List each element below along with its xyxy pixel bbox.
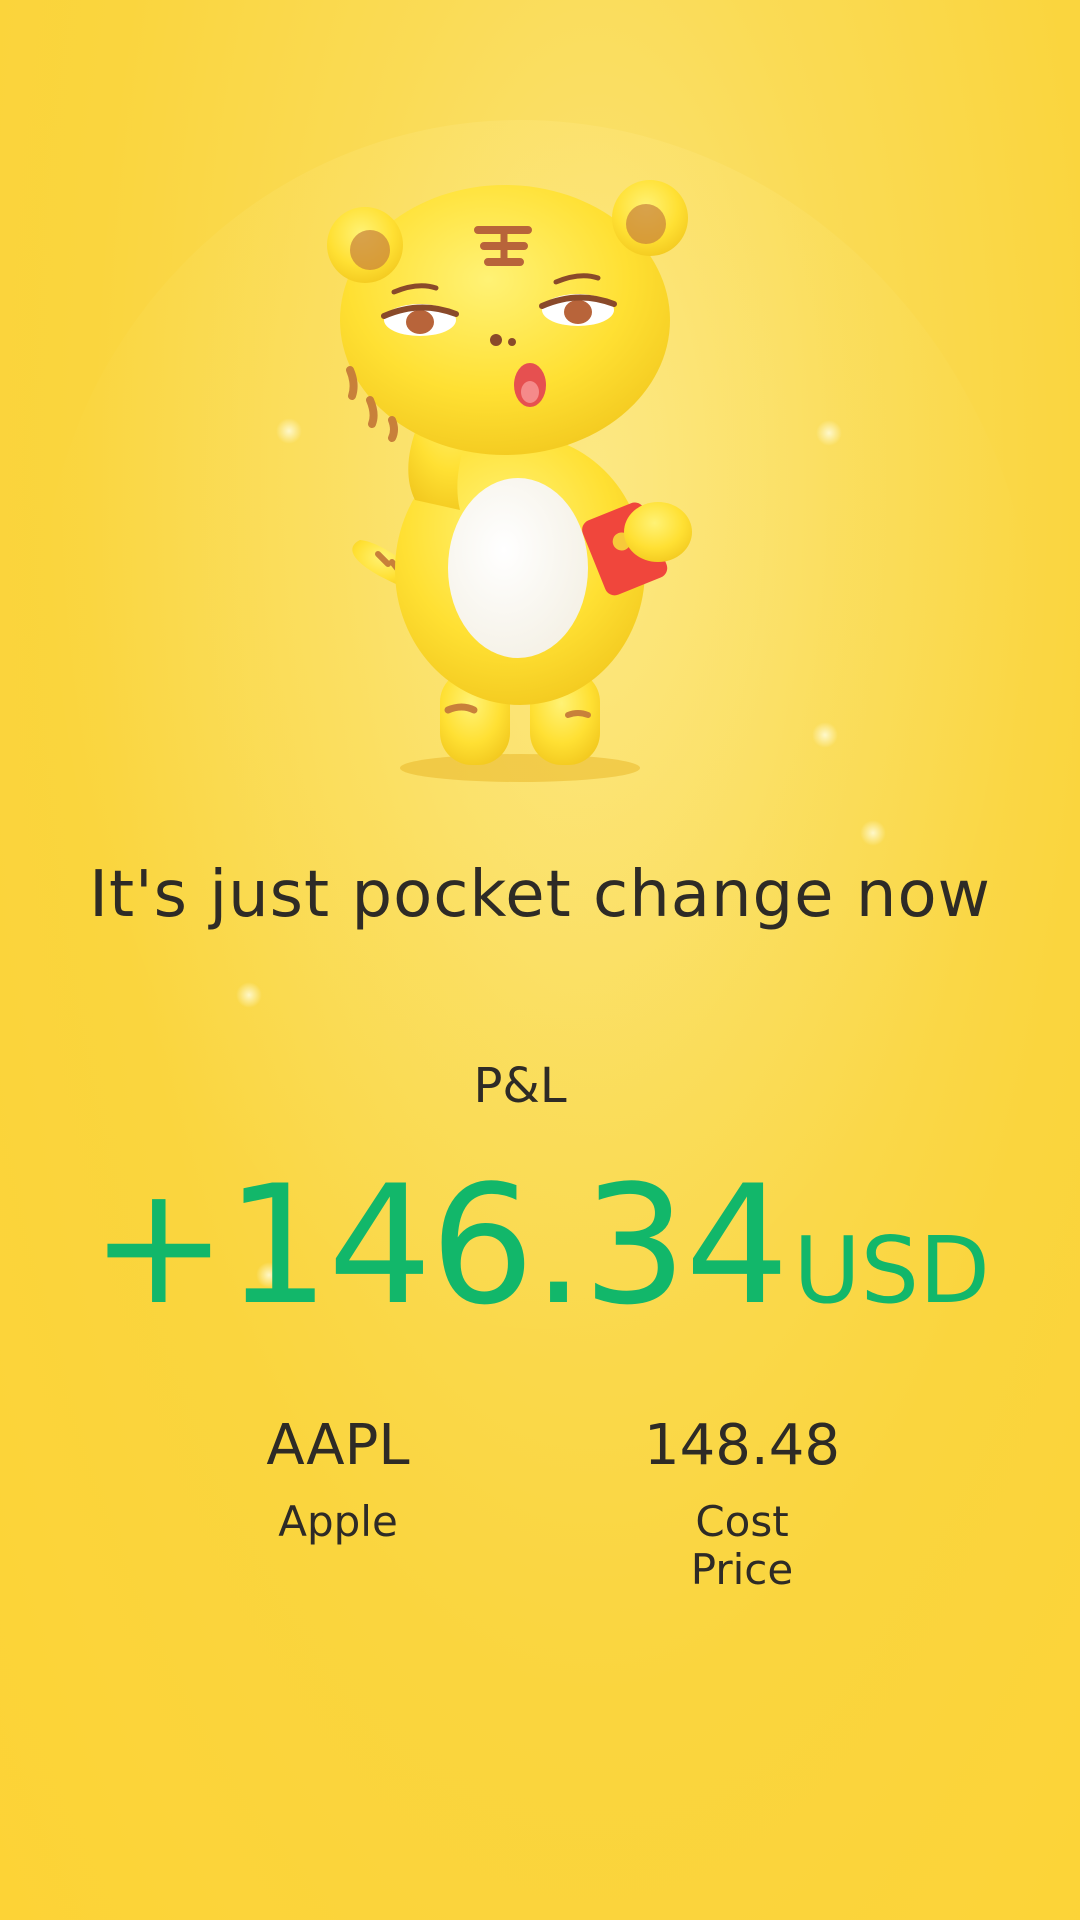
pnl-value: +146.34USD xyxy=(0,1150,1080,1341)
cost-price-value: 148.48 xyxy=(644,1413,840,1478)
tiger-mascot-icon xyxy=(320,170,760,790)
pnl-amount: +146.34 xyxy=(90,1150,789,1341)
pnl-currency: USD xyxy=(793,1217,990,1324)
stock-name: Apple xyxy=(278,1497,398,1546)
sparkle xyxy=(236,982,262,1008)
headline: It's just pocket change now xyxy=(89,858,991,932)
stock-symbol: AAPL xyxy=(266,1413,410,1478)
sparkle xyxy=(860,820,886,846)
sparkle xyxy=(816,420,842,446)
sparkle xyxy=(276,418,302,444)
stock-info: AAPL Apple xyxy=(168,1412,508,1546)
cost-price-label: Cost Price xyxy=(690,1497,794,1594)
sparkle xyxy=(812,722,838,748)
pnl-label: P&L xyxy=(473,1058,567,1114)
cost-info: 148.48 Cost Price xyxy=(572,1412,912,1594)
